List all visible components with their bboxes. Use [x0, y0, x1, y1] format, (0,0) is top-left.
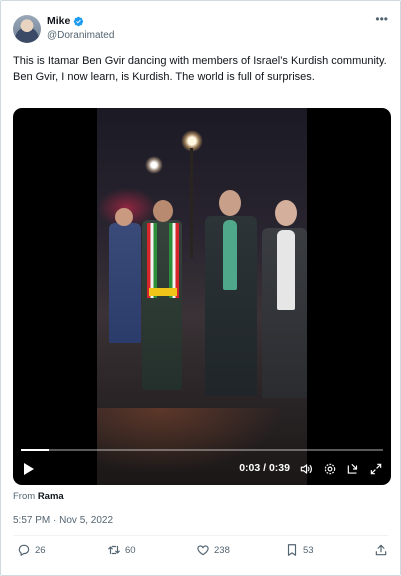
reply-count: 26	[35, 544, 46, 556]
flag-scarf-sun	[149, 288, 177, 296]
settings-icon[interactable]	[323, 462, 337, 476]
share-icon	[375, 544, 387, 556]
tweet-text: This is Itamar Ben Gvir dancing with mem…	[13, 55, 387, 83]
retweet-icon	[108, 545, 120, 555]
share-button[interactable]	[374, 543, 388, 557]
video-progress-fill	[21, 449, 49, 451]
video-time: 0:03 / 0:39	[239, 462, 290, 474]
like-count: 238	[214, 544, 230, 556]
picture-in-picture-icon[interactable]	[346, 462, 360, 476]
divider	[13, 535, 388, 536]
fullscreen-icon[interactable]	[369, 462, 383, 476]
video-source: From Rama	[13, 491, 64, 502]
reply-icon	[18, 544, 30, 556]
reply-button[interactable]: 26	[17, 543, 46, 557]
author-name-row: Mike	[47, 15, 84, 27]
from-source-link[interactable]: Rama	[38, 491, 64, 502]
volume-icon[interactable]	[299, 462, 313, 476]
bookmark-button[interactable]: 53	[285, 543, 314, 557]
action-bar: 26 60 238 53	[13, 543, 388, 563]
bookmark-count: 53	[303, 544, 314, 556]
play-icon[interactable]	[23, 462, 35, 476]
crowd-person-head	[115, 208, 133, 226]
video-frame[interactable]	[97, 108, 307, 485]
man-shirt	[223, 220, 237, 290]
dancer-head	[153, 200, 173, 222]
retweet-button[interactable]: 60	[107, 543, 136, 557]
video-progress-bar[interactable]	[21, 449, 383, 451]
retweet-count: 60	[125, 544, 136, 556]
verified-badge-icon	[74, 16, 84, 26]
like-button[interactable]: 238	[196, 543, 230, 557]
from-prefix: From	[13, 491, 36, 502]
man-head	[219, 190, 241, 216]
light-pole	[190, 148, 193, 258]
flag-scarf	[147, 223, 157, 298]
like-icon	[197, 545, 209, 556]
bookmark-icon	[287, 544, 297, 556]
author-handle[interactable]: @Doranimated	[47, 30, 114, 41]
man-right-head	[275, 200, 297, 226]
avatar[interactable]	[13, 15, 41, 43]
crowd-person	[109, 223, 141, 343]
author-display-name[interactable]: Mike	[47, 15, 70, 27]
video-controls: 0:03 / 0:39	[13, 460, 391, 478]
tweet-timestamp[interactable]: 5:57 PM · Nov 5, 2022	[13, 515, 113, 526]
more-options-icon[interactable]: •••	[375, 13, 388, 25]
video-player[interactable]: 0:03 / 0:39	[13, 108, 391, 485]
tweet-card: Mike @Doranimated ••• This is Itamar Ben…	[0, 0, 401, 576]
stage-light	[145, 156, 163, 174]
man-right-shirt	[277, 230, 295, 310]
flag-scarf	[169, 223, 179, 298]
tweet-header: Mike @Doranimated •••	[13, 13, 388, 45]
